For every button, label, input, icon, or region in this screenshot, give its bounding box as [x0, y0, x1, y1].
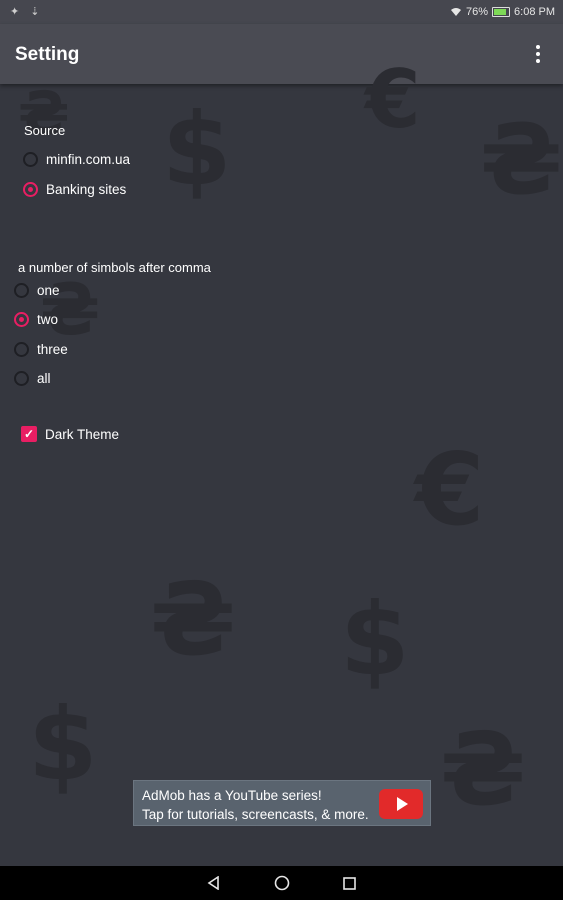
more-vert-icon[interactable] — [535, 45, 541, 63]
youtube-play-icon[interactable] — [379, 789, 423, 819]
wifi-icon — [451, 8, 461, 16]
app-bar: Setting — [0, 24, 563, 84]
radio-button[interactable] — [14, 283, 29, 298]
checkbox-checked-icon[interactable]: ✓ — [21, 426, 37, 442]
battery-percent: 76% — [466, 6, 489, 18]
notification-icons: ✦ ⇣ — [10, 6, 44, 18]
radio-button-selected[interactable] — [23, 182, 38, 197]
ad-banner[interactable]: AdMob has a YouTube series! Tap for tuto… — [133, 780, 431, 826]
system-nav-bar — [0, 866, 563, 900]
dark-theme-checkbox-row[interactable]: ✓ Dark Theme — [21, 426, 119, 442]
radio-source-minfin[interactable]: minfin.com.ua — [23, 152, 130, 167]
recents-icon[interactable] — [342, 875, 358, 891]
battery-icon — [492, 7, 511, 17]
radio-decimals-two[interactable]: two — [14, 312, 58, 327]
radio-label: two — [37, 312, 59, 327]
radio-label: Banking sites — [46, 182, 127, 197]
radio-label: one — [37, 283, 60, 298]
source-label: Source — [24, 123, 66, 138]
ad-line-1: AdMob has a YouTube series! — [142, 788, 322, 803]
status-time: 6:08 PM — [514, 6, 555, 18]
radio-label: three — [37, 342, 68, 357]
page-title: Setting — [15, 44, 80, 65]
radio-decimals-three[interactable]: three — [14, 342, 68, 357]
status-right: 76% 6:08 PM — [450, 6, 555, 18]
radio-label: minfin.com.ua — [46, 152, 131, 167]
radio-button[interactable] — [14, 342, 29, 357]
checkbox-label: Dark Theme — [45, 426, 120, 442]
radio-source-banking[interactable]: Banking sites — [23, 182, 126, 197]
radio-decimals-all[interactable]: all — [14, 371, 51, 386]
decimals-label: a number of simbols after comma — [18, 260, 211, 275]
settings-content: Source minfin.com.ua Banking sites a num… — [0, 84, 563, 866]
radio-label: all — [37, 371, 51, 386]
back-icon[interactable] — [206, 875, 222, 891]
radio-button[interactable] — [23, 152, 38, 167]
radio-decimals-one[interactable]: one — [14, 283, 60, 298]
ad-line-2: Tap for tutorials, screencasts, & more. — [142, 807, 369, 822]
status-bar: ✦ ⇣ 76% 6:08 PM — [0, 0, 563, 24]
home-icon[interactable] — [274, 875, 290, 891]
radio-button-selected[interactable] — [14, 312, 29, 327]
radio-button[interactable] — [14, 371, 29, 386]
